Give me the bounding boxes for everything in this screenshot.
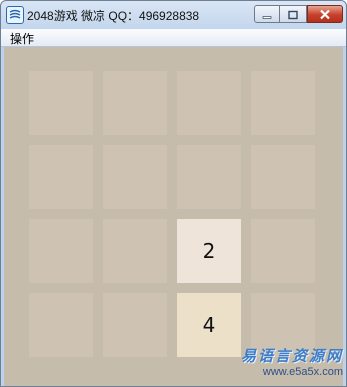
board-cell	[251, 219, 315, 283]
close-icon	[319, 5, 331, 24]
watermark: 易语言资源网 www.e5a5x.com	[227, 348, 343, 384]
minimize-icon	[262, 5, 272, 24]
game-board[interactable]: 2 4	[4, 47, 343, 386]
app-grid-icon[interactable]	[6, 6, 24, 24]
menu-bar: 操作	[1, 29, 346, 47]
app-window: 2048游戏 微凉 QQ：496928838 操作 2 4 易语言资源网 www…	[0, 0, 347, 387]
watermark-name: 易语言资源网	[240, 347, 343, 365]
tile-2: 2	[177, 219, 241, 283]
board-cell	[29, 219, 93, 283]
maximize-button[interactable]	[280, 5, 307, 23]
board-cell	[103, 71, 167, 135]
minimize-button[interactable]	[254, 5, 280, 23]
title-bar[interactable]: 2048游戏 微凉 QQ：496928838	[1, 1, 346, 29]
menu-item-operate[interactable]: 操作	[10, 30, 34, 47]
board-cell	[29, 71, 93, 135]
board-cell	[177, 145, 241, 209]
watermark-url: www.e5a5x.com	[262, 366, 343, 378]
window-title: 2048游戏 微凉 QQ：496928838	[27, 9, 200, 23]
board-cell	[29, 145, 93, 209]
board-cell	[103, 219, 167, 283]
board-cell	[29, 293, 93, 357]
board-cell	[103, 293, 167, 357]
board-cell	[251, 71, 315, 135]
board-cell	[251, 145, 315, 209]
close-button[interactable]	[307, 5, 343, 23]
maximize-icon	[288, 5, 298, 24]
board-cell	[177, 71, 241, 135]
board-cell	[103, 145, 167, 209]
